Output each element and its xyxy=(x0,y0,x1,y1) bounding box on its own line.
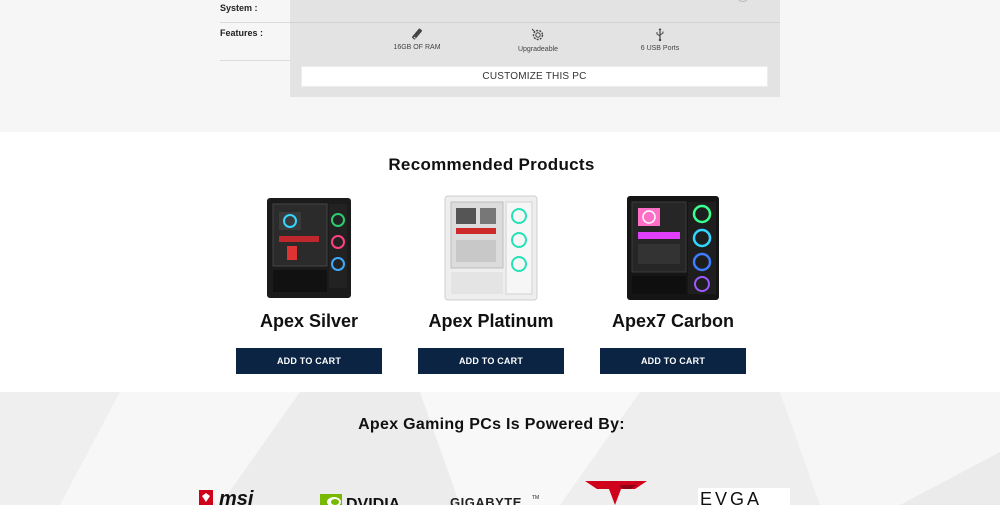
svg-text:EVGA: EVGA xyxy=(700,489,762,505)
panel-divider xyxy=(290,22,780,23)
product-card: Apex Silver ADD TO CART xyxy=(236,188,382,374)
feature-upgradeable: Upgradeable xyxy=(483,28,593,53)
svg-text:msi: msi xyxy=(219,488,254,505)
spec-divider xyxy=(220,22,290,23)
feature-label: 6 USB Ports xyxy=(640,45,680,52)
msi-logo[interactable]: msi xyxy=(197,488,287,505)
gigabyte-logo[interactable]: GIGABYTE TM xyxy=(450,494,540,505)
spec-section: System : Features : 16GB OF RAM Upgradea… xyxy=(0,0,1000,132)
add-to-cart-button[interactable]: ADD TO CART xyxy=(418,348,564,374)
background-pattern xyxy=(0,392,1000,505)
feature-usb: 6 USB Ports xyxy=(605,28,715,52)
powered-by-title: Apex Gaming PCs Is Powered By: xyxy=(358,416,625,433)
usb-icon xyxy=(656,28,664,41)
ram-icon xyxy=(412,28,422,40)
product-name[interactable]: Apex7 Carbon xyxy=(600,309,746,333)
product-image[interactable] xyxy=(418,188,564,302)
product-card: Apex Platinum ADD TO CART xyxy=(418,188,564,374)
product-card: Apex7 Carbon ADD TO CART xyxy=(600,188,746,374)
product-name[interactable]: Apex Platinum xyxy=(418,309,564,333)
svg-text:DVIDIA: DVIDIA xyxy=(346,496,401,505)
product-image[interactable] xyxy=(600,188,746,302)
nvidia-logo[interactable]: DVIDIA xyxy=(320,492,415,505)
upgrade-gear-icon xyxy=(531,28,544,41)
product-name[interactable]: Apex Silver xyxy=(236,309,382,333)
feature-label: 16GB OF RAM xyxy=(393,44,441,51)
add-to-cart-button[interactable]: ADD TO CART xyxy=(236,348,382,374)
spec-divider xyxy=(220,60,290,61)
evga-logo[interactable]: EVGA xyxy=(698,488,790,505)
powered-by-section: Apex Gaming PCs Is Powered By: msi DVIDI… xyxy=(0,392,1000,505)
features-label: Features : xyxy=(220,28,264,38)
add-to-cart-button[interactable]: ADD TO CART xyxy=(600,348,746,374)
feature-ram: 16GB OF RAM xyxy=(362,28,472,51)
svg-text:GIGABYTE: GIGABYTE xyxy=(450,495,522,505)
tforce-logo[interactable] xyxy=(585,479,647,505)
spec-panel: 16GB OF RAM Upgradeable 6 USB Ports CUST… xyxy=(290,0,780,97)
system-dropdown-handle[interactable] xyxy=(737,0,749,2)
feature-label: Upgradeable xyxy=(517,46,559,53)
system-label: System : xyxy=(220,3,258,13)
customize-pc-button[interactable]: CUSTOMIZE THIS PC xyxy=(301,66,768,87)
product-image[interactable] xyxy=(236,188,382,302)
recommended-title: Recommended Products xyxy=(388,155,595,174)
svg-text:TM: TM xyxy=(532,495,539,501)
